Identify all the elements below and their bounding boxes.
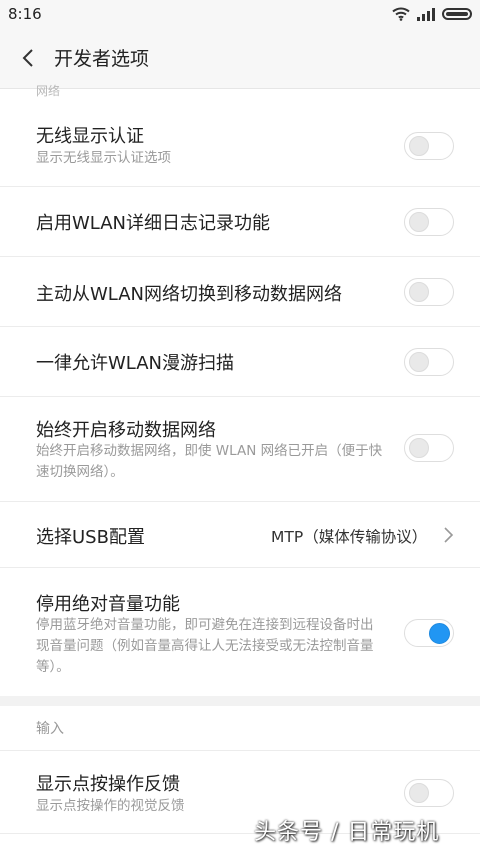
toggle-switch[interactable] — [404, 208, 454, 236]
setting-subtitle: 始终开启移动数据网络，即使 WLAN 网络已开启（便于快速切换网络）。 — [36, 443, 383, 480]
status-icons — [392, 6, 472, 22]
setting-title: 停用绝对音量功能 — [36, 594, 180, 615]
chevron-right-icon — [444, 527, 454, 543]
setting-row-wireless-display[interactable]: 无线显示认证 显示无线显示认证选项 — [0, 105, 480, 187]
toggle-knob — [409, 783, 429, 803]
setting-title: 显示点按操作反馈 — [36, 774, 180, 795]
toggle-knob — [409, 136, 429, 156]
setting-title: 一律允许WLAN漫游扫描 — [36, 353, 235, 374]
status-time: 8:16 — [8, 5, 42, 23]
status-bar: 8:16 — [0, 0, 480, 28]
watermark: 头条号 / 日常玩机 — [254, 820, 440, 845]
setting-row-disable-absolute-volume[interactable]: 停用绝对音量功能 停用蓝牙绝对音量功能，即可避免在连接到远程设备时出现音量问题（… — [0, 568, 480, 696]
toggle-switch[interactable] — [404, 348, 454, 376]
setting-row-usb-configuration[interactable]: 选择USB配置 MTP（媒体传输协议） — [0, 502, 480, 568]
back-button[interactable] — [12, 42, 44, 74]
setting-title: 选择USB配置 — [36, 527, 145, 548]
toggle-knob — [409, 282, 429, 302]
toggle-knob — [409, 352, 429, 372]
section-header-network: 网络 — [36, 84, 61, 98]
toggle-switch[interactable] — [404, 132, 454, 160]
section-divider — [0, 696, 480, 706]
toggle-knob — [429, 623, 450, 644]
toggle-switch[interactable] — [404, 278, 454, 306]
battery-icon — [442, 8, 472, 20]
setting-row-mobile-data-always-on[interactable]: 始终开启移动数据网络 始终开启移动数据网络，即使 WLAN 网络已开启（便于快速… — [0, 397, 480, 502]
toggle-switch[interactable] — [404, 434, 454, 462]
setting-title: 主动从WLAN网络切换到移动数据网络 — [36, 284, 343, 305]
toggle-knob — [409, 212, 429, 232]
setting-title: 始终开启移动数据网络 — [36, 420, 216, 441]
setting-subtitle: 显示无线显示认证选项 — [36, 150, 171, 166]
app-bar: 开发者选项 — [0, 28, 480, 89]
section-header-input: 输入 — [36, 721, 64, 737]
wifi-icon — [392, 7, 410, 21]
usb-config-value: MTP（媒体传输协议） — [271, 528, 428, 546]
signal-icon — [417, 7, 435, 21]
setting-title: 启用WLAN详细日志记录功能 — [36, 213, 271, 234]
toggle-switch[interactable] — [404, 779, 454, 807]
setting-title: 无线显示认证 — [36, 126, 144, 147]
setting-row-wlan-to-mobile-handover[interactable]: 主动从WLAN网络切换到移动数据网络 — [0, 257, 480, 327]
page-title: 开发者选项 — [54, 48, 150, 70]
setting-subtitle: 停用蓝牙绝对音量功能，即可避免在连接到远程设备时出现音量问题（例如音量高得让人无… — [36, 617, 374, 675]
toggle-knob — [409, 438, 429, 458]
chevron-left-icon — [22, 49, 33, 67]
toggle-switch[interactable] — [404, 619, 454, 647]
setting-row-wlan-roam-scans[interactable]: 一律允许WLAN漫游扫描 — [0, 327, 480, 397]
setting-row-wlan-verbose-logging[interactable]: 启用WLAN详细日志记录功能 — [0, 187, 480, 257]
